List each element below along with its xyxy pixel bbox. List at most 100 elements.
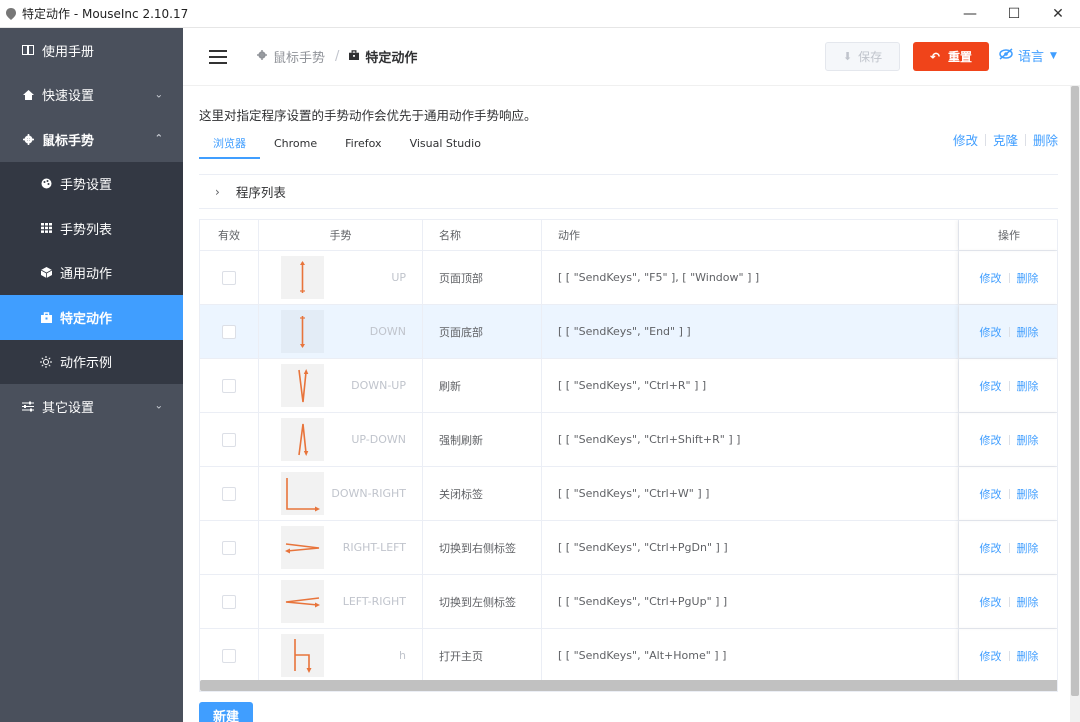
delete-tab-link[interactable]: 删除 (1033, 130, 1058, 149)
gear-icon (257, 50, 267, 63)
tab-chrome[interactable]: Chrome (260, 131, 331, 159)
sidebar-item-label: 手势设置 (60, 178, 113, 194)
page-scrollbar[interactable] (1071, 86, 1079, 696)
gesture-code: h (399, 649, 406, 662)
gesture-code: UP (391, 271, 406, 284)
tab-browser[interactable]: 浏览器 (199, 131, 260, 159)
table-row: UP 页面顶部 [ [ "SendKeys", "F5" ], [ "Windo… (200, 251, 1057, 305)
sidebar-item-action-examples[interactable]: 动作示例 (0, 340, 183, 385)
sidebar-item-gesture-list[interactable]: 手势列表 (0, 206, 183, 251)
gesture-left-right-icon (281, 580, 324, 623)
valid-checkbox[interactable] (222, 648, 236, 663)
edit-row-link[interactable]: 修改 (980, 648, 1002, 664)
valid-checkbox[interactable] (222, 324, 236, 339)
sidebar-item-common-actions[interactable]: 通用动作 (0, 251, 183, 296)
chevron-down-icon: ⌄ (154, 89, 163, 101)
tab-firefox[interactable]: Firefox (331, 131, 395, 159)
sidebar-item-gesture-settings[interactable]: 手势设置 (0, 162, 183, 207)
valid-checkbox[interactable] (222, 378, 236, 393)
delete-row-link[interactable]: 删除 (1017, 324, 1039, 340)
title-bar: 特定动作 - MouseInc 2.10.17 — ☐ ✕ (0, 0, 1080, 28)
sidebar-item-other-settings[interactable]: 其它设置 ⌄ (0, 384, 183, 429)
delete-row-link[interactable]: 删除 (1017, 648, 1039, 664)
breadcrumb-parent[interactable]: 鼠标手势 (257, 47, 325, 66)
header: 鼠标手势 / 特定动作 ⬇ 保存 ↶ 重置 语言 ▼ (183, 28, 1080, 86)
undo-icon: ↶ (929, 49, 941, 64)
program-tabs: 浏览器 Chrome Firefox Visual Studio (199, 131, 495, 159)
gesture-action: [ [ "SendKeys", "Ctrl+PgDn" ] ] (542, 521, 959, 574)
chevron-up-icon: ⌃ (154, 133, 163, 145)
sidebar-item-label: 快速设置 (42, 89, 95, 105)
sidebar-item-specific-actions[interactable]: 特定动作 (0, 295, 183, 340)
edit-row-link[interactable]: 修改 (980, 324, 1002, 340)
sidebar: 使用手册 快速设置 ⌄ 鼠标手势 ⌃ 手势设置 手势列表 通用动作 特定动作 动… (0, 28, 183, 722)
gesture-action: [ [ "SendKeys", "F5" ], [ "Window" ] ] (542, 251, 959, 304)
app-icon (6, 7, 16, 20)
edit-row-link[interactable]: 修改 (980, 432, 1002, 448)
window-title: 特定动作 - MouseInc 2.10.17 (22, 7, 189, 21)
gesture-code: UP-DOWN (351, 433, 406, 446)
close-button[interactable]: ✕ (1036, 0, 1080, 28)
valid-checkbox[interactable] (222, 432, 236, 447)
palette-icon (40, 178, 52, 190)
gear-icon (22, 133, 34, 145)
language-dropdown[interactable]: 语言 ▼ (999, 46, 1057, 65)
delete-row-link[interactable]: 删除 (1017, 432, 1039, 448)
edit-row-link[interactable]: 修改 (980, 540, 1002, 556)
home-icon (22, 89, 34, 101)
valid-checkbox[interactable] (222, 486, 236, 501)
header-valid: 有效 (200, 220, 259, 250)
table-horizontal-scrollbar[interactable] (200, 680, 1057, 691)
table-row: h 打开主页 [ [ "SendKeys", "Alt+Home" ] ] 修改… (200, 629, 1057, 683)
valid-checkbox[interactable] (222, 540, 236, 555)
sidebar-item-quick-settings[interactable]: 快速设置 ⌄ (0, 73, 183, 118)
gesture-name: 打开主页 (423, 629, 542, 682)
header-name: 名称 (423, 220, 542, 250)
valid-checkbox[interactable] (222, 594, 236, 609)
clone-tab-link[interactable]: 克隆 (993, 130, 1018, 149)
reset-button[interactable]: ↶ 重置 (913, 42, 989, 71)
grid-icon (40, 222, 52, 234)
delete-row-link[interactable]: 删除 (1017, 594, 1039, 610)
save-button[interactable]: ⬇ 保存 (825, 42, 900, 71)
maximize-button[interactable]: ☐ (992, 0, 1036, 28)
gesture-h-icon (281, 634, 324, 677)
breadcrumb: 鼠标手势 / 特定动作 (257, 47, 417, 66)
gesture-submenu: 手势设置 手势列表 通用动作 特定动作 动作示例 (0, 161, 183, 385)
delete-row-link[interactable]: 删除 (1017, 486, 1039, 502)
delete-row-link[interactable]: 删除 (1017, 270, 1039, 286)
breadcrumb-separator: / (335, 49, 340, 64)
gesture-name: 刷新 (423, 359, 542, 412)
delete-row-link[interactable]: 删除 (1017, 378, 1039, 394)
sidebar-item-label: 动作示例 (60, 356, 113, 372)
gesture-name: 关闭标签 (423, 467, 542, 520)
gesture-up-down-icon (281, 418, 324, 461)
edit-row-link[interactable]: 修改 (980, 594, 1002, 610)
sidebar-item-mouse-gesture[interactable]: 鼠标手势 ⌃ (0, 117, 183, 162)
breadcrumb-parent-label: 鼠标手势 (273, 51, 326, 66)
gesture-action: [ [ "SendKeys", "Alt+Home" ] ] (542, 629, 959, 682)
program-list-collapse[interactable]: › 程序列表 (199, 174, 1058, 209)
gesture-code: DOWN-UP (351, 379, 406, 392)
gesture-name: 页面底部 (423, 305, 542, 358)
delete-row-link[interactable]: 删除 (1017, 540, 1039, 556)
sidebar-item-label: 其它设置 (42, 400, 95, 416)
sidebar-item-manual[interactable]: 使用手册 (0, 28, 183, 73)
edit-row-link[interactable]: 修改 (980, 378, 1002, 394)
gesture-name: 强制刷新 (423, 413, 542, 466)
edit-tab-link[interactable]: 修改 (953, 130, 978, 149)
gesture-down-icon (281, 310, 324, 353)
edit-row-link[interactable]: 修改 (980, 486, 1002, 502)
minimize-button[interactable]: — (948, 0, 992, 28)
gesture-up-icon (281, 256, 324, 299)
edit-row-link[interactable]: 修改 (980, 270, 1002, 286)
menu-toggle-icon[interactable] (209, 49, 227, 64)
tab-visual-studio[interactable]: Visual Studio (396, 131, 495, 159)
sidebar-item-label: 鼠标手势 (42, 133, 95, 149)
valid-checkbox[interactable] (222, 270, 236, 285)
new-button[interactable]: 新建 (199, 702, 253, 722)
gesture-code: RIGHT-LEFT (342, 541, 406, 554)
table-row: LEFT-RIGHT 切换到左侧标签 [ [ "SendKeys", "Ctrl… (200, 575, 1057, 629)
gesture-down-right-icon (281, 472, 324, 515)
table-row: DOWN-UP 刷新 [ [ "SendKeys", "Ctrl+R" ] ] … (200, 359, 1057, 413)
